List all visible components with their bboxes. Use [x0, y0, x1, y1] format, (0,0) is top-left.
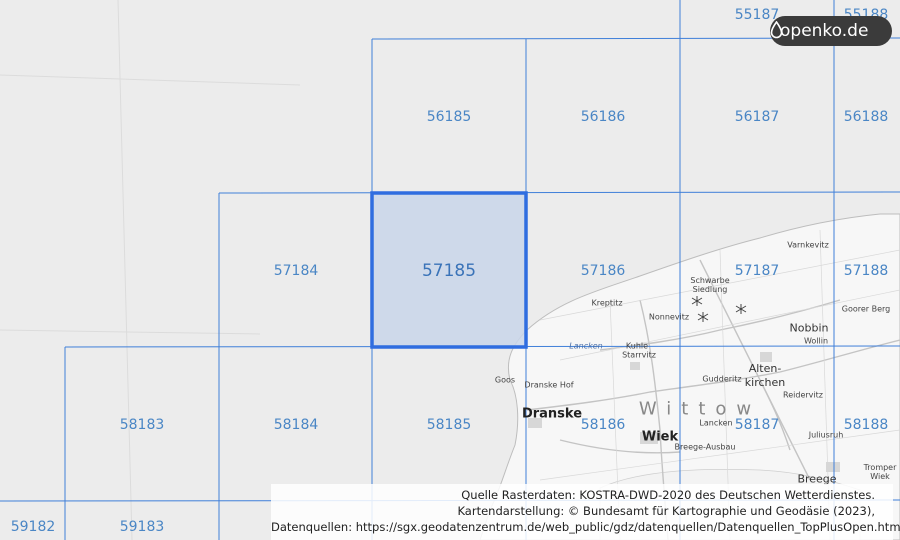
- map-view[interactable]: 55187 55188 56185 56186 56187 56188 5718…: [0, 0, 900, 540]
- place-label: Wollin: [803, 336, 829, 346]
- grid-cell-label[interactable]: 57186: [581, 263, 626, 279]
- place-label: Gudderitz: [702, 374, 742, 384]
- place-label: Juliusruh: [808, 430, 844, 440]
- attribution-box: Quelle Rasterdaten: KOSTRA-DWD-2020 des …: [271, 484, 900, 540]
- place-label: Goorer Berg: [841, 304, 891, 314]
- openko-logo[interactable]: openko.de: [770, 16, 892, 46]
- logo-text: openko.de: [780, 21, 869, 41]
- place-label: Reidervitz: [783, 390, 823, 400]
- attribution-line[interactable]: Datenquellen: https://sgx.geodatenzentru…: [271, 519, 900, 535]
- grid-cell-label[interactable]: 59183: [120, 519, 165, 535]
- place-label: Breege-Ausbau: [674, 442, 736, 452]
- grid-cell-label[interactable]: 58185: [427, 417, 472, 433]
- grid-cell-label[interactable]: 57187: [735, 263, 780, 279]
- place-label: Dranske: [521, 406, 583, 422]
- place-label: Dranske Hof: [524, 380, 574, 390]
- place-label: Starrvitz: [622, 350, 656, 360]
- region-label: Wittow: [638, 398, 762, 420]
- grid-cell-label[interactable]: 58188: [844, 417, 889, 433]
- attribution-line: Quelle Rasterdaten: KOSTRA-DWD-2020 des …: [461, 488, 875, 502]
- drop-icon: [770, 21, 783, 39]
- attribution-line: Kartendarstellung: © Bundesamt für Karto…: [457, 504, 875, 518]
- place-label: Wiek: [641, 429, 679, 445]
- place-label: Schwarbe Siedlung: [690, 276, 730, 294]
- faint-grid: [0, 0, 301, 540]
- place-label: Varnkevitz: [787, 240, 829, 250]
- place-label: Goos: [494, 375, 516, 385]
- grid-cell-label[interactable]: 59182: [11, 519, 56, 535]
- place-label: Tromper Wiek: [863, 463, 897, 481]
- selected-cell-label[interactable]: 57185: [422, 261, 476, 281]
- grid-cell-label[interactable]: 57184: [274, 263, 319, 279]
- grid-cell-label[interactable]: 57188: [844, 263, 889, 279]
- place-label: Lancken: [699, 418, 733, 428]
- grid-cell-label[interactable]: 56188: [844, 109, 889, 125]
- place-label: Kuhle: [625, 341, 649, 351]
- grid-cell-label[interactable]: 56185: [427, 109, 472, 125]
- grid-cell-label[interactable]: 58184: [274, 417, 319, 433]
- place-label: Nonnevitz: [648, 312, 690, 322]
- place-label: Nobbin: [789, 321, 829, 335]
- grid-cell-label[interactable]: 56187: [735, 109, 780, 125]
- place-label: Kreptitz: [591, 298, 623, 308]
- grid-cell-label[interactable]: 58183: [120, 417, 165, 433]
- grid-cell-label[interactable]: 58186: [581, 417, 626, 433]
- grid-cell-label[interactable]: 56186: [581, 109, 626, 125]
- place-label: Lancken: [569, 341, 603, 351]
- place-label: Alten- kirchen: [744, 362, 786, 389]
